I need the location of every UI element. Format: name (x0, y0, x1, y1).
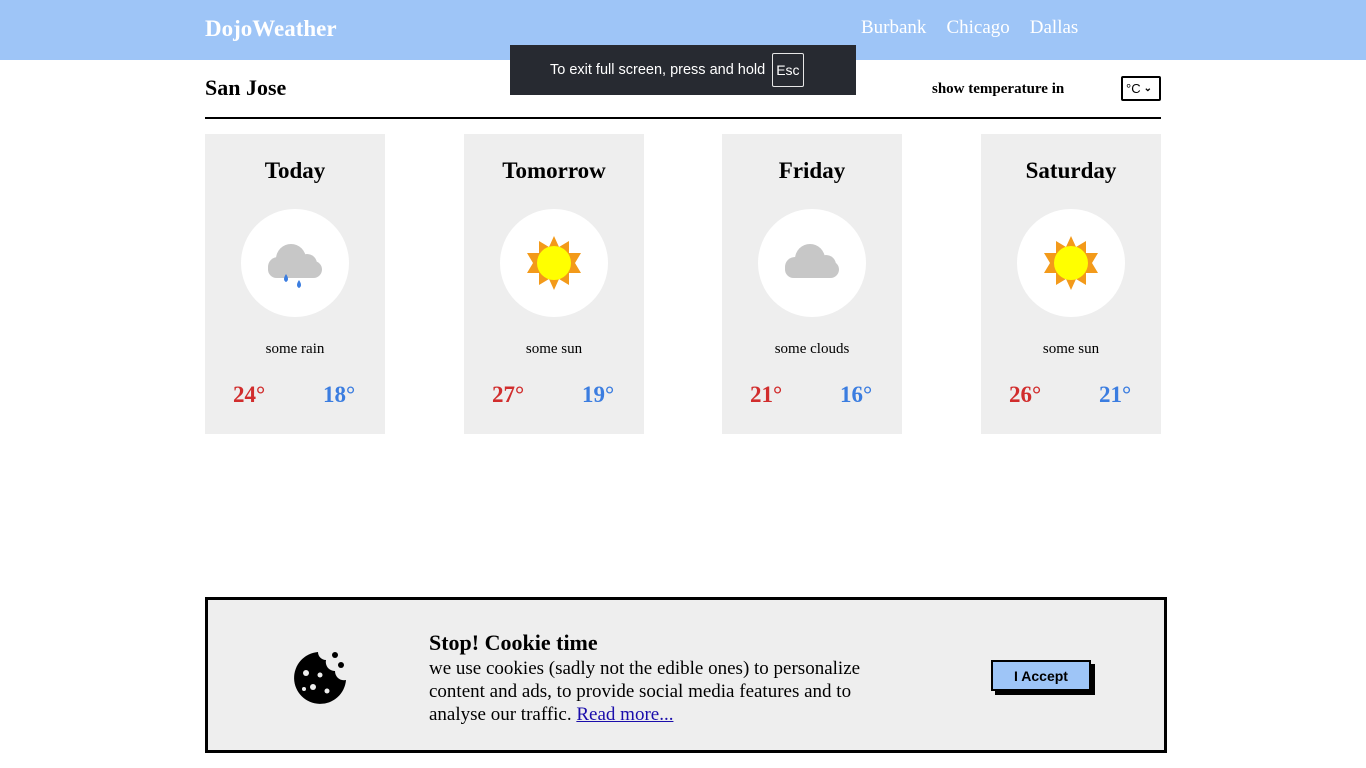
forecast-description: some sun (1042, 341, 1100, 357)
low-temperature: 18° (323, 382, 356, 407)
fullscreen-exit-notice: To exit full screen, press and hold Esc (510, 45, 856, 95)
forecast-card-today: Today some rain 24° 18° (205, 134, 385, 434)
sun-icon (500, 209, 608, 317)
temperature-unit-select[interactable]: °C ⌄ (1121, 76, 1161, 101)
forecast-day: Friday (778, 158, 846, 183)
forecast-day: Tomorrow (502, 158, 606, 183)
high-temperature: 21° (750, 382, 783, 407)
forecast-description: some rain (265, 341, 325, 357)
high-temperature: 26° (1009, 382, 1042, 407)
forecast-description: some clouds (774, 341, 850, 357)
temperature-unit-label: show temperature in (932, 81, 1065, 97)
nav-link-chicago[interactable]: Chicago (946, 17, 1009, 39)
forecast-description: some sun (525, 341, 583, 357)
nav-link-burbank[interactable]: Burbank (861, 17, 926, 39)
cloud-icon (758, 209, 866, 317)
fullscreen-notice-text: To exit full screen, press and hold (550, 62, 766, 78)
high-temperature: 24° (233, 382, 266, 407)
city-nav: Burbank Chicago Dallas (861, 17, 1078, 39)
forecast-day: Today (264, 158, 326, 183)
low-temperature: 16° (840, 382, 873, 407)
read-more-link[interactable]: Read more... (576, 704, 673, 725)
header-divider (205, 117, 1161, 119)
accept-cookies-button[interactable]: I Accept (991, 660, 1091, 691)
brand-logo[interactable]: DojoWeather (205, 16, 337, 42)
forecast-card-saturday: Saturday some sun 26° 21° (981, 134, 1161, 434)
rain-cloud-icon (241, 209, 349, 317)
forecast-card-tomorrow: Tomorrow some sun 27° 19° (464, 134, 644, 434)
chevron-down-icon: ⌄ (1143, 83, 1152, 94)
forecast-card-friday: Friday some clouds 21° 16° (722, 134, 902, 434)
low-temperature: 21° (1099, 382, 1132, 407)
unit-selected-value: °C (1126, 81, 1141, 96)
high-temperature: 27° (492, 382, 525, 407)
cookie-banner: Stop! Cookie time we use cookies (sadly … (205, 597, 1167, 753)
sun-icon (1017, 209, 1125, 317)
cookie-icon (294, 652, 346, 704)
cookie-message: we use cookies (sadly not the edible one… (429, 657, 899, 726)
nav-link-dallas[interactable]: Dallas (1030, 17, 1079, 39)
esc-key-badge: Esc (772, 53, 804, 87)
forecast-day: Saturday (1025, 158, 1117, 183)
city-title: San Jose (205, 75, 287, 100)
low-temperature: 19° (582, 382, 615, 407)
cookie-title: Stop! Cookie time (429, 630, 598, 655)
